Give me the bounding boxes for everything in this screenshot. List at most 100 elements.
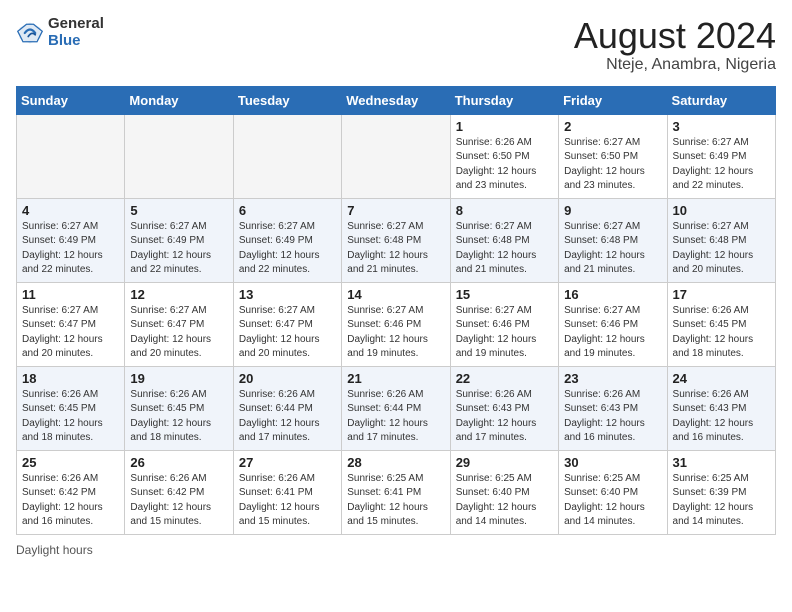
calendar-cell: 14Sunrise: 6:27 AM Sunset: 6:46 PM Dayli… [342, 282, 450, 366]
day-info: Sunrise: 6:25 AM Sunset: 6:39 PM Dayligh… [673, 472, 770, 530]
page-subtitle: Nteje, Anambra, Nigeria [574, 56, 776, 74]
calendar-cell: 25Sunrise: 6:26 AM Sunset: 6:42 PM Dayli… [17, 450, 125, 534]
calendar-cell: 21 Sunrise: 6:26 AM Sunset: 6:44 PM Dayli… [342, 366, 450, 450]
calendar-cell: 18Sunrise: 6:26 AM Sunset: 6:45 PM Dayli… [17, 366, 125, 450]
day-info: Sunrise: 6:27 AM Sunset: 6:49 PM Dayligh… [239, 220, 336, 278]
day-info: Sunrise: 6:27 AM Sunset: 6:49 PM Dayligh… [673, 136, 770, 194]
day-info: Sunrise: 6:25 AM Sunset: 6:40 PM Dayligh… [456, 472, 553, 530]
calendar-cell: 24 Sunrise: 6:26 AM Sunset: 6:43 PM Dayli… [667, 366, 775, 450]
day-number: 24 [673, 371, 770, 386]
logo-general-text: General [48, 16, 104, 33]
calendar-day-header: Saturday [667, 86, 775, 114]
calendar-cell: 2Sunrise: 6:27 AM Sunset: 6:50 PM Daylig… [559, 114, 667, 198]
day-info: Sunrise: 6:26 AM Sunset: 6:43 PM Dayligh… [456, 388, 553, 446]
logo: General Blue [16, 16, 104, 49]
calendar-day-header: Monday [125, 86, 233, 114]
day-info: Sunrise: 6:27 AM Sunset: 6:46 PM Dayligh… [456, 304, 553, 362]
day-number: 7 [347, 203, 444, 218]
logo-blue-text: Blue [48, 33, 104, 50]
calendar-day-header: Thursday [450, 86, 558, 114]
day-number: 29 [456, 455, 553, 470]
calendar-cell [233, 114, 341, 198]
calendar-cell: 7 Sunrise: 6:27 AM Sunset: 6:48 PM Daylig… [342, 198, 450, 282]
day-info: Sunrise: 6:27 AM Sunset: 6:48 PM Dayligh… [347, 220, 444, 278]
calendar-cell: 16Sunrise: 6:27 AM Sunset: 6:46 PM Dayli… [559, 282, 667, 366]
day-info: Sunrise: 6:26 AM Sunset: 6:42 PM Dayligh… [22, 472, 119, 530]
calendar-cell: 13 Sunrise: 6:27 AM Sunset: 6:47 PM Dayli… [233, 282, 341, 366]
day-info: Sunrise: 6:26 AM Sunset: 6:42 PM Dayligh… [130, 472, 227, 530]
calendar-week-row: 18 Sunrise: 6:26 AM Sunset: 6:45 PM Dayli… [17, 366, 776, 450]
day-number: 19 [130, 371, 227, 386]
calendar-day-header: Sunday [17, 86, 125, 114]
day-info: Sunrise: 6:26 AM Sunset: 6:50 PM Dayligh… [456, 136, 553, 194]
calendar-week-row: 4 Sunrise: 6:27 AM Sunset: 6:49 PM Daylig… [17, 198, 776, 282]
calendar-cell: 22Sunrise: 6:26 AM Sunset: 6:43 PM Dayli… [450, 366, 558, 450]
day-info: Sunrise: 6:26 AM Sunset: 6:43 PM Dayligh… [564, 388, 661, 446]
page-title: August 2024 [574, 16, 776, 56]
day-number: 5 [130, 203, 227, 218]
day-number: 15 [456, 287, 553, 302]
day-number: 2 [564, 119, 661, 134]
calendar-header-row: SundayMondayTuesdayWednesdayThursdayFrid… [17, 86, 776, 114]
day-info: Sunrise: 6:26 AM Sunset: 6:43 PM Dayligh… [673, 388, 770, 446]
day-number: 27 [239, 455, 336, 470]
day-number: 26 [130, 455, 227, 470]
day-info: Sunrise: 6:27 AM Sunset: 6:48 PM Dayligh… [456, 220, 553, 278]
day-info: Sunrise: 6:26 AM Sunset: 6:44 PM Dayligh… [239, 388, 336, 446]
day-info: Sunrise: 6:26 AM Sunset: 6:45 PM Dayligh… [130, 388, 227, 446]
calendar-cell [125, 114, 233, 198]
calendar-cell: 23 Sunrise: 6:26 AM Sunset: 6:43 PM Dayli… [559, 366, 667, 450]
day-number: 13 [239, 287, 336, 302]
calendar-day-header: Tuesday [233, 86, 341, 114]
day-info: Sunrise: 6:27 AM Sunset: 6:47 PM Dayligh… [22, 304, 119, 362]
calendar-cell: 27 Sunrise: 6:26 AM Sunset: 6:41 PM Dayli… [233, 450, 341, 534]
calendar-cell [342, 114, 450, 198]
day-number: 23 [564, 371, 661, 386]
calendar-cell: 8Sunrise: 6:27 AM Sunset: 6:48 PM Daylig… [450, 198, 558, 282]
calendar-cell: 4 Sunrise: 6:27 AM Sunset: 6:49 PM Daylig… [17, 198, 125, 282]
day-number: 30 [564, 455, 661, 470]
day-number: 12 [130, 287, 227, 302]
calendar-cell: 29 Sunrise: 6:25 AM Sunset: 6:40 PM Dayli… [450, 450, 558, 534]
calendar-cell: 20 Sunrise: 6:26 AM Sunset: 6:44 PM Dayli… [233, 366, 341, 450]
calendar-cell: 10Sunrise: 6:27 AM Sunset: 6:48 PM Dayli… [667, 198, 775, 282]
day-info: Sunrise: 6:26 AM Sunset: 6:44 PM Dayligh… [347, 388, 444, 446]
day-info: Sunrise: 6:27 AM Sunset: 6:48 PM Dayligh… [564, 220, 661, 278]
calendar-week-row: 25Sunrise: 6:26 AM Sunset: 6:42 PM Dayli… [17, 450, 776, 534]
day-number: 4 [22, 203, 119, 218]
day-number: 1 [456, 119, 553, 134]
header: General Blue August 2024 Nteje, Anambra,… [16, 16, 776, 74]
title-area: August 2024 Nteje, Anambra, Nigeria [574, 16, 776, 74]
calendar-cell: 9 Sunrise: 6:27 AM Sunset: 6:48 PM Daylig… [559, 198, 667, 282]
calendar-cell: 17Sunrise: 6:26 AM Sunset: 6:45 PM Dayli… [667, 282, 775, 366]
day-number: 21 [347, 371, 444, 386]
day-number: 11 [22, 287, 119, 302]
day-info: Sunrise: 6:26 AM Sunset: 6:41 PM Dayligh… [239, 472, 336, 530]
calendar-day-header: Wednesday [342, 86, 450, 114]
day-info: Sunrise: 6:27 AM Sunset: 6:47 PM Dayligh… [239, 304, 336, 362]
day-info: Sunrise: 6:27 AM Sunset: 6:49 PM Dayligh… [22, 220, 119, 278]
calendar-day-header: Friday [559, 86, 667, 114]
calendar-cell: 26 Sunrise: 6:26 AM Sunset: 6:42 PM Dayli… [125, 450, 233, 534]
calendar-cell [17, 114, 125, 198]
calendar-cell: 28 Sunrise: 6:25 AM Sunset: 6:41 PM Dayli… [342, 450, 450, 534]
day-number: 3 [673, 119, 770, 134]
calendar-cell: 19 Sunrise: 6:26 AM Sunset: 6:45 PM Dayli… [125, 366, 233, 450]
day-number: 14 [347, 287, 444, 302]
calendar-cell: 30 Sunrise: 6:25 AM Sunset: 6:40 PM Dayli… [559, 450, 667, 534]
day-number: 18 [22, 371, 119, 386]
calendar-week-row: 1 Sunrise: 6:26 AM Sunset: 6:50 PM Daylig… [17, 114, 776, 198]
calendar-cell: 11 Sunrise: 6:27 AM Sunset: 6:47 PM Dayli… [17, 282, 125, 366]
day-number: 16 [564, 287, 661, 302]
day-number: 20 [239, 371, 336, 386]
calendar-week-row: 11 Sunrise: 6:27 AM Sunset: 6:47 PM Dayli… [17, 282, 776, 366]
day-number: 31 [673, 455, 770, 470]
logo-text: General Blue [48, 16, 104, 49]
calendar-cell: 6Sunrise: 6:27 AM Sunset: 6:49 PM Daylig… [233, 198, 341, 282]
footer-note: Daylight hours [16, 543, 776, 557]
day-info: Sunrise: 6:25 AM Sunset: 6:40 PM Dayligh… [564, 472, 661, 530]
day-number: 28 [347, 455, 444, 470]
day-info: Sunrise: 6:25 AM Sunset: 6:41 PM Dayligh… [347, 472, 444, 530]
day-number: 9 [564, 203, 661, 218]
day-info: Sunrise: 6:27 AM Sunset: 6:48 PM Dayligh… [673, 220, 770, 278]
